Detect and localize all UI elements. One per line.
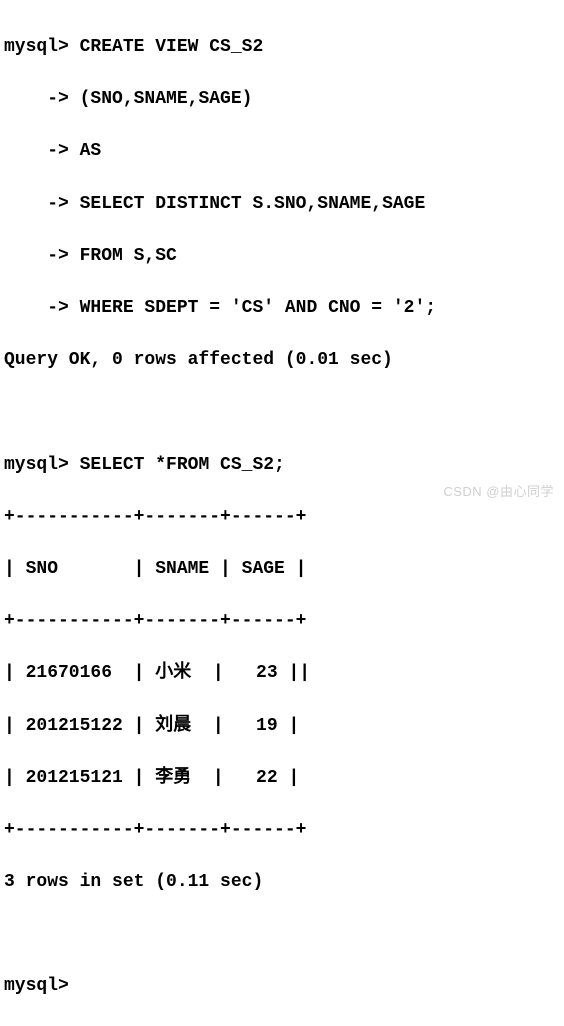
cont-line: -> FROM S,SC: [4, 243, 560, 269]
cont-line: -> AS: [4, 138, 560, 164]
mysql-prompt: mysql>: [4, 455, 69, 475]
cont-prompt: ->: [4, 298, 69, 318]
prompt-line: mysql> SELECT *FROM CS_S2;: [4, 452, 560, 478]
blank-line: [4, 399, 560, 425]
table-header: | SNO | SNAME | SAGE |: [4, 556, 560, 582]
cont-line: -> WHERE SDEPT = 'CS' AND CNO = '2';: [4, 295, 560, 321]
sql-statement: (SNO,SNAME,SAGE): [80, 89, 253, 109]
cont-prompt: ->: [4, 141, 69, 161]
blank-line: [4, 921, 560, 947]
query-result: Query OK, 0 rows affected (0.01 sec): [4, 347, 560, 373]
sql-statement: FROM S,SC: [80, 246, 177, 266]
sql-statement: CREATE VIEW CS_S2: [80, 37, 264, 57]
table-border: +-----------+-------+------+: [4, 608, 560, 634]
sql-statement: SELECT *FROM CS_S2;: [80, 455, 285, 475]
cont-line: -> SELECT DISTINCT S.SNO,SNAME,SAGE: [4, 191, 560, 217]
mysql-prompt: mysql>: [4, 37, 69, 57]
table-border: +-----------+-------+------+: [4, 817, 560, 843]
mysql-prompt: mysql>: [4, 973, 560, 999]
mysql-terminal[interactable]: mysql> CREATE VIEW CS_S2 -> (SNO,SNAME,S…: [4, 8, 560, 1026]
table-row: | 201215122 | 刘晨 | 19 |: [4, 713, 560, 739]
table-row: | 21670166 | 小米 | 23 ||: [4, 660, 560, 686]
cont-prompt: ->: [4, 194, 69, 214]
sql-statement: AS: [80, 141, 102, 161]
sql-statement: WHERE SDEPT = 'CS' AND CNO = '2';: [80, 298, 436, 318]
cont-prompt: ->: [4, 246, 69, 266]
cont-prompt: ->: [4, 89, 69, 109]
query-result: 3 rows in set (0.11 sec): [4, 869, 560, 895]
cont-line: -> (SNO,SNAME,SAGE): [4, 86, 560, 112]
prompt-line: mysql> CREATE VIEW CS_S2: [4, 34, 560, 60]
sql-statement: SELECT DISTINCT S.SNO,SNAME,SAGE: [80, 194, 426, 214]
table-row: | 201215121 | 李勇 | 22 |: [4, 765, 560, 791]
watermark: CSDN @由心同学: [443, 483, 554, 502]
